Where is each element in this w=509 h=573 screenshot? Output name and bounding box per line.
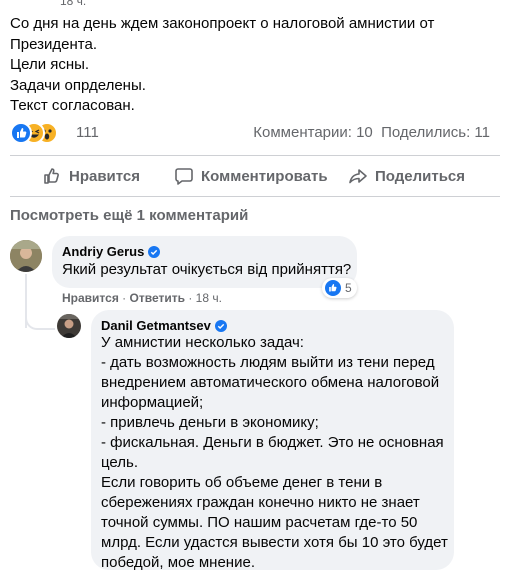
reply-line: цель. [101,454,139,471]
reply-line: информацией; [101,394,204,411]
post-timestamp[interactable]: 18 ч. [60,0,86,8]
thumbs-up-icon [44,168,59,184]
reply-line: - фискальная. Деньги в бюджет. Это не ос… [101,434,444,451]
reply-line: У амнистии несколько задач: [101,334,304,351]
divider [10,155,500,156]
comment-reactions[interactable]: 5 [322,278,357,298]
reply-bubble: Danil Getmantsev У амнистии несколько за… [91,310,454,573]
comment-author: Andriy Gerus [62,244,161,259]
share-icon [349,169,367,184]
reply-line: победой, мое мнение. [101,554,255,571]
like-button-label: Нравится [69,167,141,185]
reply-author: Danil Getmantsev [101,318,227,333]
reply-line: млрд. Если удастся вывести хотя бы 10 эт… [101,534,448,551]
reply-line: - дать возможность людям выйти из тени п… [101,354,435,371]
comment-reaction-count: 5 [345,281,352,295]
post-line: Со дня на день ждем законопроект о налог… [10,15,435,32]
verified-badge-icon [214,319,227,332]
reply-line: точной суммы. ПО нашим расчетам где-то 5… [101,514,418,531]
post-line: Цели ясны. [10,56,90,73]
like-button[interactable]: Нравится [42,160,140,192]
avatar[interactable] [10,240,42,272]
reply-line: - привлечь деньги в экономику; [101,414,319,431]
avatar[interactable] [57,314,81,338]
verified-badge-icon [148,245,161,258]
comment-timestamp[interactable]: 18 ч. [196,291,222,305]
post-actions: Нравится Комментировать Поделиться [10,160,500,192]
comment-text: Який результат очікується від прийняття? [62,261,352,278]
share-button[interactable]: Поделиться [348,160,465,192]
view-more-comments-link[interactable]: Посмотреть ещё 1 комментарий [10,207,248,224]
like-icon [10,122,32,144]
reply-line: сбережениях граждан конечно никто не зна… [101,494,420,511]
post-line: Текст согласован. [10,97,135,114]
reply-author-name[interactable]: Danil Getmantsev [101,318,211,333]
shares-count-link[interactable]: Поделились: 11 [381,124,490,141]
separator: · [122,291,127,305]
comment-button-label: Комментировать [201,167,328,185]
comment-icon [175,168,193,185]
reaction-count[interactable]: 111 [76,124,99,141]
comment-author-name[interactable]: Andriy Gerus [62,244,144,259]
post-stats: Комментарии: 10 Поделились: 11 [253,124,490,141]
comment-actions: Нравится · Ответить · 18 ч. [62,291,222,305]
divider [10,196,500,197]
comment-like-link[interactable]: Нравится [62,291,119,305]
post-line: Президента. [10,35,97,53]
like-icon [325,280,341,296]
comment-bubble: Andriy Gerus Який результат очікується в… [52,236,357,288]
separator: · [188,291,193,305]
post-line: Задачи опрделены. [10,76,146,94]
share-button-label: Поделиться [375,167,466,185]
reply-text: У амнистии несколько задач: - дать возмо… [101,333,448,573]
reactions-summary: 111 Комментарии: 10 Поделились: 11 [10,121,490,144]
reply-line: внедрением автоматического обмена налого… [101,374,440,391]
comments-count-link[interactable]: Комментарии: 10 [253,124,373,141]
post-text: Со дня на день ждем законопроект о налог… [10,14,490,117]
thread-connector [25,312,55,330]
reply-line: Если говорить об объеме денег в тени в [101,474,383,491]
comment-button[interactable]: Комментировать [174,160,328,192]
comment-reply-link[interactable]: Ответить [130,291,185,305]
